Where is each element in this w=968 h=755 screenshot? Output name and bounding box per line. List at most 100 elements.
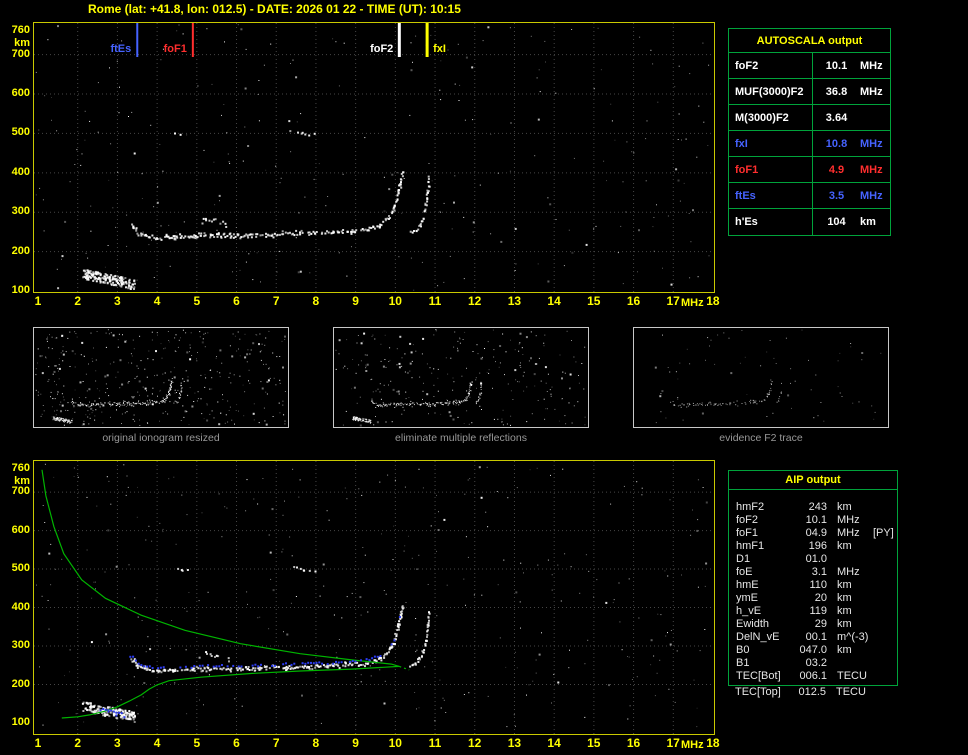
aip-row-name: foE xyxy=(736,566,753,578)
x-axis-tick: 6 xyxy=(233,294,240,308)
aip-tec-top-row: TEC[Top] 012.5 TECU xyxy=(728,686,898,699)
x-axis-tick: 17 xyxy=(666,736,680,750)
autoscala-row-name: foF2 xyxy=(735,60,759,72)
autoscala-value-unit: MHz xyxy=(860,164,883,176)
x-axis-tick: 2 xyxy=(74,294,82,308)
aip-row: DelN_vE 00.1 m^(-3) xyxy=(729,631,897,644)
x-axis-tick: 18 xyxy=(706,294,720,308)
x-axis-tick: 15 xyxy=(587,294,601,308)
aip-row-value: 10.1 xyxy=(805,514,827,526)
autoscala-row-name: M(3000)F2 xyxy=(735,112,789,124)
aip-row-name: B0 xyxy=(736,644,750,656)
autoscala-window: Rome (lat: +41.8, lon: 012.5) - DATE: 20… xyxy=(0,0,968,755)
panel-evidence-canvas xyxy=(654,329,882,424)
autoscala-row: h'Es 104 km xyxy=(729,209,890,235)
y-axis-tick: 700 xyxy=(11,47,30,60)
autoscala-row-value: 104 km xyxy=(812,209,890,235)
x-axis-tick: 16 xyxy=(626,294,641,308)
aip-row-extra xyxy=(871,631,897,644)
aip-row-name: hmF2 xyxy=(736,501,765,513)
aip-row-name: h_vE xyxy=(736,605,762,617)
y-axis-tick: 200 xyxy=(11,244,30,257)
x-axis-unit-top: MHz xyxy=(681,297,704,309)
aip-row-name: B1 xyxy=(736,657,750,669)
x-axis-tick: 7 xyxy=(272,736,280,750)
x-axis-tick: 9 xyxy=(352,736,359,750)
aip-row-unit: km xyxy=(837,579,852,591)
aip-row: TEC[Bot] 006.1 TECU xyxy=(729,670,897,683)
y-axis-tick: 700 xyxy=(11,485,30,498)
x-axis-tick: 6 xyxy=(233,736,240,750)
aip-row-value: 119 xyxy=(809,605,827,617)
aip-row-value: 196 xyxy=(808,540,827,552)
bottom-ionogram-plot xyxy=(33,460,715,735)
autoscala-row-name: fxI xyxy=(735,138,748,150)
aip-row-value: 3.1 xyxy=(811,566,827,578)
aip-row-name: hmF1 xyxy=(736,540,765,552)
aip-row-name: DelN_vE xyxy=(736,631,780,643)
y-axis-tick: 760 xyxy=(11,462,30,474)
aip-row-name: D1 xyxy=(736,553,751,565)
autoscala-row: fxI 10.8 MHz xyxy=(729,131,890,157)
bottom-ionogram-canvas xyxy=(34,461,714,734)
aip-row-extra xyxy=(871,579,897,592)
x-axis-tick: 12 xyxy=(468,736,482,750)
aip-row-unit: km xyxy=(837,540,852,552)
aip-row: hmE 110 km xyxy=(729,579,897,592)
aip-row-extra xyxy=(871,605,897,618)
x-axis-tick: 2 xyxy=(74,736,82,750)
panel-evidence-f2 xyxy=(633,327,889,428)
x-axis-tick: 13 xyxy=(507,736,522,750)
y-axis-tick: 500 xyxy=(11,562,30,575)
aip-row-name: ymE xyxy=(736,592,758,604)
x-axis-tick: 4 xyxy=(153,294,161,308)
y-axis-tick: 500 xyxy=(11,126,30,139)
aip-row-extra xyxy=(871,514,897,527)
autoscala-row-value: 3.5 MHz xyxy=(812,183,890,208)
autoscala-row: MUF(3000)F2 36.8 MHz xyxy=(729,79,890,105)
top-ionogram-plot: ftEs foF1 foF2 fxI xyxy=(33,22,715,293)
x-axis-tick: 15 xyxy=(587,736,601,750)
aip-row-value: 110 xyxy=(809,579,827,591)
panel-original-ionogram xyxy=(33,327,289,428)
autoscala-output-table: AUTOSCALA output foF2 10.1 MHz MUF(3000)F2 3… xyxy=(728,28,891,236)
aip-row: ymE 20 km xyxy=(729,592,897,605)
x-axis-tick: 5 xyxy=(193,294,201,308)
aip-row-extra xyxy=(871,618,897,631)
x-axis-tick: 11 xyxy=(428,736,442,750)
marker-label-ftEs: ftEs xyxy=(110,43,131,55)
x-axis-tick: 5 xyxy=(193,736,201,750)
aip-row-value: 012.5 xyxy=(798,686,826,698)
aip-row-unit: km xyxy=(837,618,852,630)
x-axis-unit-bottom: MHz xyxy=(681,739,704,751)
x-axis-tick: 14 xyxy=(547,294,561,308)
autoscala-value-number: 3.64 xyxy=(825,112,848,124)
aip-table-body: hmF2 243 km foF2 10.1 MHz foF1 04.9 MHz [PY] hmF1 1… xyxy=(729,490,897,685)
x-axis-tick: 10 xyxy=(388,736,402,750)
aip-table-header: AIP output xyxy=(729,471,897,490)
x-axis-tick: 7 xyxy=(272,294,280,308)
autoscala-row-value: 36.8 MHz xyxy=(812,79,890,104)
aip-row-name: TEC[Top] xyxy=(735,686,781,698)
aip-row: B0 047.0 km xyxy=(729,644,897,657)
x-axis-tick: 12 xyxy=(468,294,482,308)
autoscala-value-number: 3.5 xyxy=(828,190,845,202)
autoscala-row-name: h'Es xyxy=(735,216,758,228)
top-ionogram-canvas: ftEs foF1 foF2 fxI xyxy=(34,23,714,292)
autoscala-value-number: 10.1 xyxy=(825,60,848,72)
aip-row-value: 047.0 xyxy=(799,644,827,656)
x-axis-tick: 18 xyxy=(706,736,720,750)
aip-row-unit xyxy=(827,657,871,670)
panel-caption-original: original ionogram resized xyxy=(102,432,220,444)
aip-output-table: AIP output hmF2 243 km foF2 10.1 MHz foF1 04.9 M… xyxy=(728,470,898,686)
autoscala-row: foF1 4.9 MHz xyxy=(729,157,890,183)
x-axis-tick: 11 xyxy=(428,294,442,308)
aip-row-value: 03.2 xyxy=(805,657,827,669)
autoscala-row-name: foF1 xyxy=(735,164,759,176)
autoscala-row-value: 3.64 xyxy=(812,105,890,130)
panel-caption-evidence: evidence F2 trace xyxy=(719,432,803,444)
autoscala-value-number: 10.8 xyxy=(825,138,848,150)
panel-eliminate-canvas xyxy=(335,329,586,427)
autoscala-table-body: foF2 10.1 MHz MUF(3000)F2 36.8 MHz M(3000)F2 3.… xyxy=(729,53,890,235)
y-axis-tick: 100 xyxy=(11,284,30,296)
